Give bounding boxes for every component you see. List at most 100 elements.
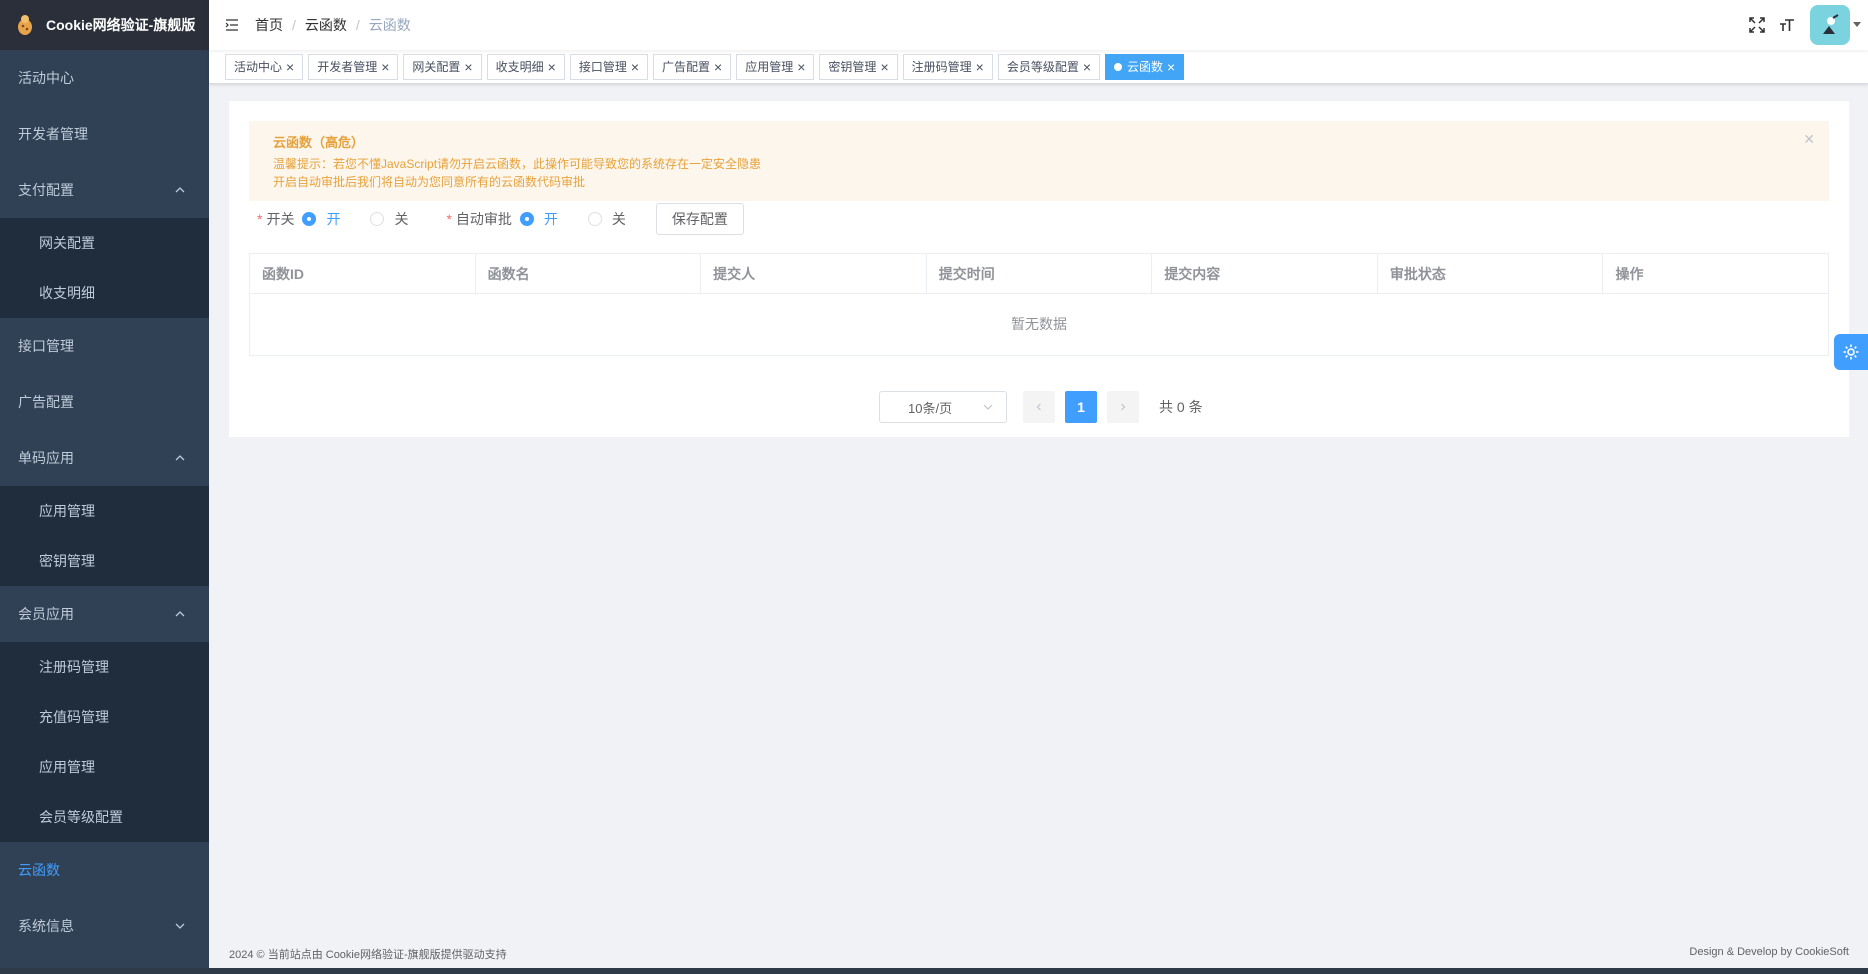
sidebar-item-label: 密钥管理 [39,553,95,569]
sidebar-item-reg-code[interactable]: 注册码管理 [0,642,209,692]
column-header: 操作 [1615,265,1644,282]
sidebar-item-label: 网关配置 [39,235,95,251]
page-size-select[interactable]: 10条/页 [879,391,1007,423]
cloud-function-table: 函数ID 函数名 提交人 提交时间 提交内容 审批状态 操作 暂无数据 [249,253,1829,356]
alert-line: 温馨提示：若您不懂JavaScript请勿开启云函数，此操作可能导致您的系统存在… [273,157,762,171]
close-icon[interactable]: × [797,60,805,74]
column-header: 函数名 [476,254,702,293]
tag-app-manage[interactable]: 应用管理 × [736,53,815,80]
close-icon[interactable]: × [880,60,888,74]
sidebar-item-recharge-code[interactable]: 充值码管理 [0,692,209,742]
sidebar-item-api[interactable]: 接口管理 [0,318,209,374]
breadcrumb-home[interactable]: 首页 [255,15,283,35]
column-header: 提交内容 [1152,254,1378,293]
sidebar-item-label: 充值码管理 [39,709,109,725]
settings-button[interactable] [1834,334,1868,370]
radio-dot-icon [302,212,317,226]
sidebar-item-member[interactable]: 会员应用 [0,586,209,642]
alert-description: 温馨提示：若您不懂JavaScript请勿开启云函数，此操作可能导致您的系统存在… [273,155,1805,191]
prev-page-button[interactable] [1023,391,1055,423]
chevron-right-icon [1121,403,1126,411]
radio-label: 关 [611,211,626,227]
chevron-down-icon [983,404,993,410]
close-icon[interactable]: × [976,60,984,74]
sidebar-item-label: 单码应用 [18,450,74,466]
empty-text: 暂无数据 [1011,316,1067,332]
radio-dot-icon [519,212,534,226]
caret-down-icon[interactable] [1850,0,1864,50]
sidebar-logo[interactable]: Cookie网络验证-旗舰版 [0,0,209,50]
sidebar-item-label: 广告配置 [18,394,74,410]
auto-off-radio[interactable]: 关 [587,209,626,229]
close-icon[interactable]: × [548,60,556,74]
sidebar-item-member-level[interactable]: 会员等级配置 [0,792,209,842]
close-icon[interactable]: × [631,60,639,74]
tag-reg-code[interactable]: 注册码管理 × [902,53,993,80]
sidebar-item-app-manage[interactable]: 应用管理 [0,486,209,536]
chevron-up-icon [175,611,185,617]
auto-on-radio[interactable]: 开 [519,209,558,229]
chevron-left-icon [1036,403,1041,411]
tag-key-manage[interactable]: 密钥管理 × [819,53,898,80]
switch-on-radio[interactable]: 开 [302,209,340,229]
close-icon[interactable]: × [381,60,389,74]
font-size-button[interactable] [1772,0,1802,50]
fullscreen-icon [1749,17,1765,33]
sidebar-item-label: 注册码管理 [39,659,109,675]
menu-fold-icon [225,19,238,31]
close-icon[interactable]: × [714,60,722,74]
submenu-member: 注册码管理 充值码管理 应用管理 会员等级配置 [0,642,209,842]
sidebar-item-cloud-function[interactable]: 云函数 [0,842,209,898]
close-icon[interactable]: × [1083,60,1091,74]
page-number[interactable]: 1 [1065,391,1097,423]
avatar[interactable] [1810,5,1850,45]
fullscreen-button[interactable] [1742,0,1772,50]
navbar-right-menu [1742,0,1868,50]
sidebar-item-label: 会员应用 [18,606,74,622]
breadcrumb-separator: / [292,17,296,33]
tag-label: 云函数 [1127,60,1164,74]
sidebar-item-system-info[interactable]: 系统信息 [0,898,209,954]
tag-ads[interactable]: 广告配置 × [653,53,732,80]
close-icon[interactable]: × [464,60,472,74]
sidebar: Cookie网络验证-旗舰版 活动中心 开发者管理 支付配置 网关配置 收支明细… [0,0,209,968]
tag-gateway[interactable]: 网关配置 × [403,53,482,80]
tag-label: 活动中心 [234,60,283,74]
tag-label: 接口管理 [578,60,627,74]
close-icon[interactable]: × [1167,60,1175,74]
tag-member-level[interactable]: 会员等级配置 × [997,53,1101,80]
tag-cloud-function[interactable]: 云函数 × [1105,53,1185,80]
tag-ledger[interactable]: 收支明细 × [486,53,565,80]
sidebar-item-label: 活动中心 [18,70,74,86]
sidebar-item-activity-center[interactable]: 活动中心 [0,50,209,106]
sidebar-item-label: 系统信息 [18,918,74,934]
sidebar-item-single-code[interactable]: 单码应用 [0,430,209,486]
tag-developer[interactable]: 开发者管理 × [308,53,399,80]
radio-dot-icon [370,212,385,226]
sidebar-item-ledger[interactable]: 收支明细 [0,268,209,318]
sidebar-item-label: 会员等级配置 [39,809,123,825]
sidebar-item-payment[interactable]: 支付配置 [0,162,209,218]
app-title: Cookie网络验证-旗舰版 [46,17,196,33]
breadcrumb-section[interactable]: 云函数 [305,15,347,35]
bottom-border [0,968,1868,974]
tag-label: 开发者管理 [317,60,378,74]
total-count: 共 0 条 [1159,399,1203,415]
sidebar-item-key-manage[interactable]: 密钥管理 [0,536,209,586]
tag-label: 应用管理 [745,60,794,74]
close-icon[interactable]: ✕ [1803,131,1815,148]
switch-off-radio[interactable]: 关 [370,209,408,229]
tag-api[interactable]: 接口管理 × [569,53,649,80]
next-page-button[interactable] [1107,391,1139,423]
sidebar-item-developer[interactable]: 开发者管理 [0,106,209,162]
navbar: 首页 / 云函数 / 云函数 [209,0,1868,50]
save-config-button[interactable]: 保存配置 [655,203,744,235]
cookie-logo-icon [14,14,36,36]
tag-activity-center[interactable]: 活动中心 × [225,53,304,80]
sidebar-item-ads[interactable]: 广告配置 [0,374,209,430]
sidebar-item-member-app[interactable]: 应用管理 [0,742,209,792]
close-icon[interactable]: × [286,60,294,74]
sidebar-item-gateway[interactable]: 网关配置 [0,218,209,268]
submenu-single-code: 应用管理 密钥管理 [0,486,209,586]
hamburger-button[interactable] [209,0,255,50]
